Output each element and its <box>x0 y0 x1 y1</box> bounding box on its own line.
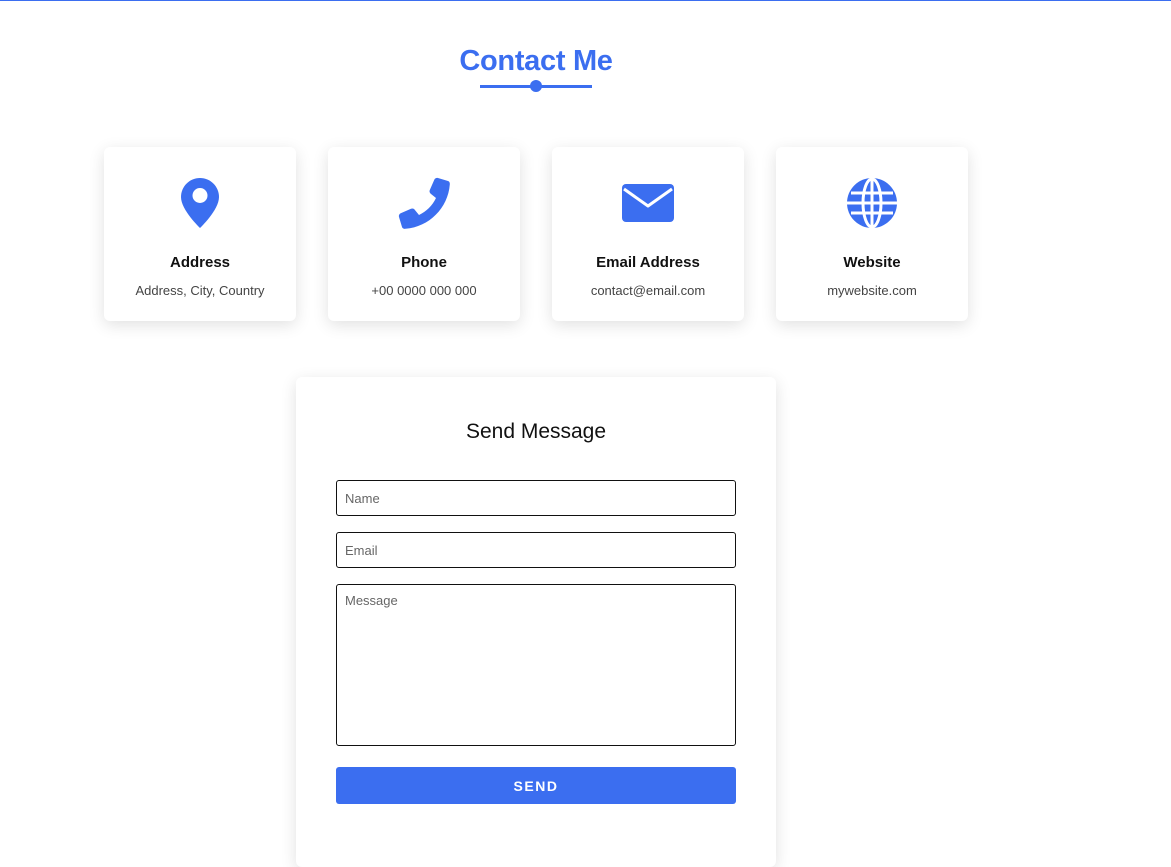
card-value: contact@email.com <box>590 283 706 298</box>
card-title: Address <box>169 254 231 271</box>
send-button[interactable]: SEND <box>336 767 736 804</box>
card-title: Phone <box>401 254 447 271</box>
card-value: +00 0000 000 000 <box>371 283 477 298</box>
envelope-icon <box>622 177 674 229</box>
page-title: Contact Me <box>459 45 613 77</box>
message-textarea[interactable] <box>336 584 736 746</box>
map-pin-icon <box>174 177 226 229</box>
underline-dot <box>530 80 542 92</box>
phone-icon <box>398 177 450 229</box>
form-title: Send Message <box>465 420 607 443</box>
email-input[interactable] <box>336 532 736 568</box>
name-input[interactable] <box>336 480 736 516</box>
contact-card-address: Address Address, City, Country <box>104 147 296 321</box>
contact-form: Send Message SEND <box>296 377 776 867</box>
card-value: Address, City, Country <box>135 283 265 298</box>
card-title: Website <box>843 254 901 271</box>
contact-card-email: Email Address contact@email.com <box>552 147 744 321</box>
top-rule <box>0 0 1171 1</box>
globe-icon <box>846 177 898 229</box>
contact-card-phone: Phone +00 0000 000 000 <box>328 147 520 321</box>
heading-underline <box>480 80 592 92</box>
contact-card-website: Website mywebsite.com <box>776 147 968 321</box>
section-heading: Contact Me <box>436 44 636 92</box>
card-value: mywebsite.com <box>827 283 917 298</box>
card-title: Email Address <box>596 254 700 271</box>
